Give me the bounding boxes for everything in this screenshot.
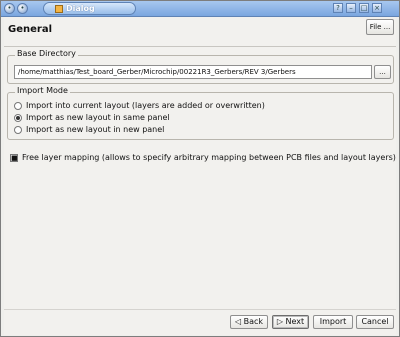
- back-button-label: Back: [243, 317, 264, 326]
- import-button[interactable]: Import: [313, 315, 353, 329]
- next-arrow-icon: ▷: [276, 317, 286, 326]
- dialog-content: General File ... Base Directory /home/ma…: [4, 17, 396, 335]
- title-bar[interactable]: • • Dialog ? – □ ×: [1, 1, 399, 17]
- radio-icon[interactable]: [14, 125, 22, 134]
- base-directory-title: Base Directory: [15, 49, 78, 58]
- back-arrow-icon: ◁: [234, 317, 244, 326]
- file-menu-button[interactable]: File ...: [366, 19, 394, 35]
- import-mode-title: Import Mode: [15, 86, 70, 95]
- minimize-icon[interactable]: –: [346, 3, 356, 13]
- window-title-pill: Dialog: [43, 2, 136, 15]
- header-separator: [4, 46, 396, 47]
- base-directory-input[interactable]: /home/matthias/Test_board_Gerber/Microch…: [14, 65, 372, 79]
- window-menu-icon[interactable]: •: [4, 3, 15, 14]
- footer-separator: [4, 309, 396, 310]
- checkbox-icon[interactable]: ■: [10, 153, 18, 162]
- window-title: Dialog: [66, 4, 95, 13]
- window-controls: ? – □ ×: [333, 3, 393, 14]
- radio-option-new-panel[interactable]: Import as new layout in new panel: [14, 124, 164, 136]
- radio-icon-selected[interactable]: [14, 113, 22, 122]
- cancel-button[interactable]: Cancel: [356, 315, 394, 329]
- maximize-icon[interactable]: □: [359, 3, 369, 13]
- free-layer-mapping-option[interactable]: ■ Free layer mapping (allows to specify a…: [10, 152, 396, 164]
- cancel-button-label: Cancel: [361, 317, 389, 326]
- import-button-label: Import: [319, 317, 347, 326]
- radio-option-current-layout[interactable]: Import into current layout (layers are a…: [14, 100, 265, 112]
- back-button[interactable]: ◁ Back: [230, 315, 268, 329]
- import-mode-group: Import Mode Import into current layout (…: [7, 86, 394, 140]
- next-button[interactable]: ▷ Next: [272, 315, 309, 329]
- free-layer-mapping-label: Free layer mapping (allows to specify ar…: [22, 153, 396, 162]
- app-icon: [55, 5, 63, 13]
- page-title: General: [8, 24, 52, 35]
- help-icon[interactable]: ?: [333, 3, 343, 13]
- browse-button[interactable]: ...: [374, 65, 391, 79]
- radio-label: Import into current layout (layers are a…: [26, 101, 265, 110]
- close-icon[interactable]: ×: [372, 3, 382, 13]
- radio-label: Import as new layout in new panel: [26, 125, 165, 134]
- base-directory-group: Base Directory /home/matthias/Test_board…: [7, 49, 394, 84]
- pin-icon[interactable]: •: [17, 3, 28, 14]
- dialog-window: • • Dialog ? – □ × General File ... Base…: [0, 0, 400, 337]
- radio-label: Import as new layout in same panel: [26, 113, 170, 122]
- radio-option-same-panel[interactable]: Import as new layout in same panel: [14, 112, 170, 124]
- radio-icon[interactable]: [14, 101, 22, 110]
- next-button-label: Next: [285, 317, 305, 326]
